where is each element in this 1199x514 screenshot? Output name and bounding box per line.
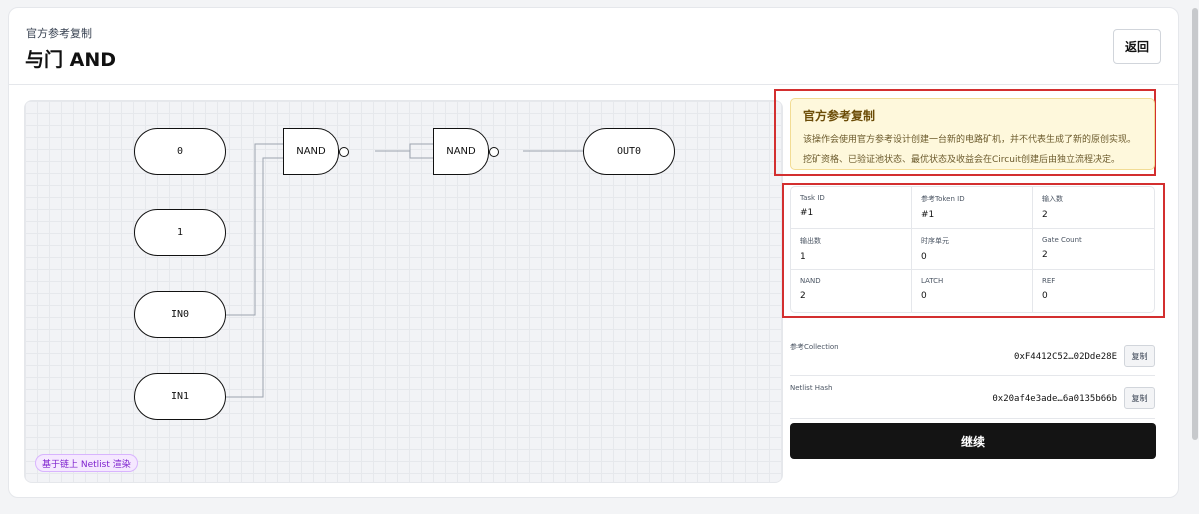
continue-button[interactable]: 继续: [790, 423, 1156, 459]
page-title: 与门 AND: [25, 49, 116, 71]
netlist-hash-row: Netlist Hash 0x20af4e3ade…6a0135b66b 复制: [790, 382, 1155, 416]
stat-cell: 参考Token ID #1: [912, 187, 1033, 229]
stat-label: Task ID: [800, 194, 825, 202]
stat-label: 输入数: [1042, 195, 1063, 203]
stat-value: 0: [921, 251, 927, 262]
official-copy-notice: 官方参考复制 该操作会使用官方参考设计创建一台新的电路矿机，并不代表生成了新的原…: [790, 98, 1155, 170]
output-node-out0[interactable]: OUT0: [583, 128, 675, 175]
nand-gate-2[interactable]: NAND: [433, 128, 489, 175]
collection-row: 参考Collection 0xF4412C52…02Dde28E 复制: [790, 340, 1155, 374]
page-kicker: 官方参考复制: [26, 27, 92, 40]
row-divider: [790, 375, 1155, 376]
stat-label: LATCH: [921, 277, 944, 286]
stat-cell: NAND 2: [791, 270, 912, 312]
input-node-in1[interactable]: IN1: [134, 373, 226, 420]
stat-cell: 输入数 2: [1033, 187, 1154, 229]
wire-in1-gate1: [225, 157, 283, 398]
stat-value: 2: [1042, 210, 1048, 220]
stat-value: 0: [921, 291, 927, 302]
stat-cell: 输出数 1: [791, 228, 912, 271]
wire-gate1-gate2: [375, 143, 433, 159]
stats-grid: Task ID #1 参考Token ID #1 输入数 2 输出数 1 时序单元 0 G…: [790, 186, 1155, 313]
stat-cell: 时序单元 0: [912, 228, 1033, 271]
circuit-canvas[interactable]: 0 1 IN0 IN1 NAND NAND OUT0 基于链上 Netlist …: [24, 100, 783, 483]
input-node-0[interactable]: 0: [134, 128, 226, 175]
nand-gate-2-inverter-bubble: [489, 147, 499, 157]
wire-in0-gate1: [225, 143, 283, 316]
page-scrollbar[interactable]: [1192, 8, 1198, 440]
collection-label: 参考Collection: [790, 343, 839, 351]
nand-gate-1[interactable]: NAND: [283, 128, 339, 175]
stat-label: 时序单元: [921, 236, 949, 245]
netlist-render-badge: 基于链上 Netlist 渲染: [35, 454, 138, 472]
row-divider: [790, 418, 1155, 419]
notice-line-1: 该操作会使用官方参考设计创建一台新的电路矿机，并不代表生成了新的原创实现。: [803, 135, 1137, 145]
stat-cell: Task ID #1: [791, 187, 912, 229]
back-button[interactable]: 返回: [1113, 29, 1161, 64]
notice-title: 官方参考复制: [803, 109, 876, 123]
stat-value: 2: [1042, 249, 1048, 260]
stat-value: 1: [800, 251, 806, 262]
copy-collection-button[interactable]: 复制: [1124, 345, 1155, 367]
page-header: 官方参考复制 与门 AND 返回: [9, 8, 1178, 85]
stat-value: #1: [800, 208, 814, 218]
netlist-hash-label: Netlist Hash: [790, 384, 833, 392]
stat-label: NAND: [800, 277, 821, 286]
nand-gate-1-inverter-bubble: [339, 147, 349, 157]
stat-label: Gate Count: [1042, 235, 1082, 244]
copy-netlist-hash-button[interactable]: 复制: [1124, 387, 1155, 409]
stat-label: 参考Token ID: [921, 195, 965, 203]
netlist-hash-value: 0x20af4e3ade…6a0135b66b: [992, 394, 1117, 404]
input-node-in0[interactable]: IN0: [134, 291, 226, 338]
collection-address: 0xF4412C52…02Dde28E: [1014, 352, 1117, 362]
stat-label: 输出数: [800, 236, 821, 245]
stat-cell: REF 0: [1033, 270, 1154, 312]
input-node-1[interactable]: 1: [134, 209, 226, 256]
notice-line-2: 挖矿资格、已验证池状态、最优状态及收益会在Circuit创建后由独立流程决定。: [803, 155, 1120, 165]
stat-value: 2: [800, 291, 806, 302]
stat-label: REF: [1042, 277, 1056, 286]
stat-value: 0: [1042, 291, 1048, 302]
stat-cell: LATCH 0: [912, 270, 1033, 312]
stat-value: #1: [921, 210, 935, 220]
stat-cell: Gate Count 2: [1033, 229, 1154, 271]
